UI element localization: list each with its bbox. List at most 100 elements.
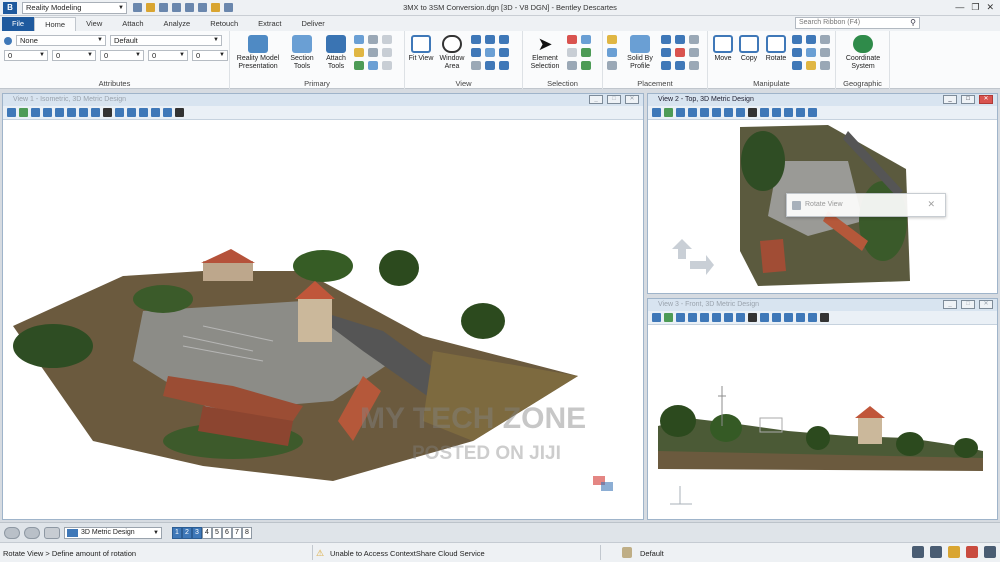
view-previous-icon[interactable]	[760, 108, 769, 117]
update-view-icon[interactable]	[676, 313, 685, 322]
close-icon[interactable]: ✕	[979, 300, 993, 309]
tool-icon[interactable]	[581, 61, 591, 70]
tool-icon[interactable]	[382, 35, 392, 44]
clip-mask-icon[interactable]	[163, 108, 172, 117]
reality-model-presentation-button[interactable]: Reality Model Presentation	[232, 35, 284, 71]
view-tool-icon[interactable]	[499, 48, 509, 57]
workflow-select[interactable]: Reality Modeling ▼	[22, 1, 127, 14]
tool-icon[interactable]	[368, 48, 378, 57]
pan-view-icon[interactable]	[748, 313, 757, 322]
zoom-out-icon[interactable]	[55, 108, 64, 117]
view-tool-icon[interactable]	[485, 61, 495, 70]
view-toggle-1[interactable]: 1	[172, 526, 182, 539]
tool-icon[interactable]	[368, 35, 378, 44]
minimize-icon[interactable]: _	[943, 300, 957, 309]
view-tool-icon[interactable]	[471, 61, 481, 70]
rotate-view-icon[interactable]	[736, 313, 745, 322]
view-toggle-4[interactable]: 4	[202, 526, 212, 539]
info-icon[interactable]	[966, 546, 978, 558]
coordinate-system-button[interactable]: Coordinate System	[840, 35, 886, 71]
app-logo-icon[interactable]: B	[3, 1, 17, 14]
fit-view-icon[interactable]	[724, 313, 733, 322]
window-area-icon[interactable]	[67, 108, 76, 117]
level-dropdown[interactable]: None ▼	[16, 35, 106, 46]
tool-icon[interactable]	[607, 48, 617, 57]
tool-icon[interactable]	[607, 61, 617, 70]
lock-icon[interactable]	[622, 547, 632, 558]
pin-icon[interactable]	[211, 3, 220, 12]
tool-icon[interactable]	[675, 61, 685, 70]
move-button[interactable]: Move	[710, 35, 736, 63]
view-toggle-3[interactable]: 3	[192, 526, 202, 539]
minimize-icon[interactable]: _	[589, 95, 603, 104]
tool-icon[interactable]	[607, 35, 617, 44]
tool-icon[interactable]	[689, 61, 699, 70]
bentley-cloud-icon[interactable]	[984, 546, 996, 558]
zoom-in-icon[interactable]	[688, 313, 697, 322]
view-previous-icon[interactable]	[115, 108, 124, 117]
display-style-icon[interactable]	[664, 108, 673, 117]
close-icon[interactable]: ✕	[927, 199, 935, 210]
view-toggle-6[interactable]: 6	[222, 526, 232, 539]
tab-retouch[interactable]: Retouch	[200, 17, 248, 31]
view-next-icon[interactable]	[772, 313, 781, 322]
zoom-out-icon[interactable]	[700, 108, 709, 117]
pan-view-icon[interactable]	[103, 108, 112, 117]
tool-icon[interactable]	[689, 48, 699, 57]
tool-icon[interactable]	[354, 61, 364, 70]
view-toggle-7[interactable]: 7	[232, 526, 242, 539]
tool-icon[interactable]	[368, 61, 378, 70]
tool-icon[interactable]	[806, 61, 816, 70]
tab-home[interactable]: Home	[34, 17, 77, 31]
tool-icon[interactable]	[820, 35, 830, 44]
open-folder-icon[interactable]	[146, 3, 155, 12]
view-tool-icon[interactable]	[499, 61, 509, 70]
tool-icon[interactable]	[354, 35, 364, 44]
camera-icon[interactable]	[175, 108, 184, 117]
section-tools-button[interactable]: Section Tools	[286, 35, 318, 71]
style-dropdown[interactable]: Default ▼	[110, 35, 222, 46]
zoom-in-icon[interactable]	[471, 35, 481, 44]
tool-icon[interactable]	[689, 35, 699, 44]
clip-mask-icon[interactable]	[808, 108, 817, 117]
fit-view-button[interactable]: Fit View	[407, 35, 435, 63]
status-message[interactable]: ⚠ Unable to Access ContextShare Cloud Se…	[316, 548, 485, 558]
view-tool-icon[interactable]	[499, 35, 509, 44]
zoom-in-icon[interactable]	[688, 108, 697, 117]
zoom-out-icon[interactable]	[485, 35, 495, 44]
tab-attach[interactable]: Attach	[112, 17, 153, 31]
home-icon[interactable]	[948, 546, 960, 558]
tool-icon[interactable]	[792, 48, 802, 57]
rotate-button[interactable]: Rotate	[762, 35, 790, 63]
model-dropdown[interactable]: 3D Metric Design ▼	[64, 526, 162, 539]
tab-file[interactable]: File	[2, 17, 35, 31]
tool-icon[interactable]	[806, 35, 816, 44]
minimize-icon[interactable]: _	[943, 95, 957, 104]
tool-icon[interactable]	[382, 48, 392, 57]
tab-extract[interactable]: Extract	[248, 17, 291, 31]
tool-icon[interactable]	[661, 61, 671, 70]
rotate-view-dialog[interactable]: Rotate View ✕	[786, 193, 946, 217]
color-dropdown[interactable]: 0 ▼	[4, 50, 48, 61]
transparency-dropdown[interactable]: 0 ▼	[148, 50, 188, 61]
rotate-view-icon[interactable]	[91, 108, 100, 117]
view-previous-icon[interactable]	[760, 313, 769, 322]
clip-mask-icon[interactable]	[808, 313, 817, 322]
tool-icon[interactable]	[567, 61, 577, 70]
undo-icon[interactable]	[185, 3, 194, 12]
fit-view-icon[interactable]	[79, 108, 88, 117]
fit-view-icon[interactable]	[724, 108, 733, 117]
save-settings-icon[interactable]	[172, 3, 181, 12]
view-toggle-5[interactable]: 5	[212, 526, 222, 539]
close-icon[interactable]: ✕	[979, 95, 993, 104]
tab-view[interactable]: View	[76, 17, 112, 31]
view-attributes-icon[interactable]	[7, 108, 16, 117]
close-icon[interactable]: ✕	[986, 2, 994, 13]
view-attributes-icon[interactable]	[652, 313, 661, 322]
clip-volume-icon[interactable]	[151, 108, 160, 117]
view-previous-icon[interactable]	[4, 526, 20, 539]
view-attributes-icon[interactable]	[652, 108, 661, 117]
new-file-icon[interactable]	[133, 3, 142, 12]
active-level[interactable]: Default	[640, 549, 664, 558]
tool-icon[interactable]	[661, 35, 671, 44]
